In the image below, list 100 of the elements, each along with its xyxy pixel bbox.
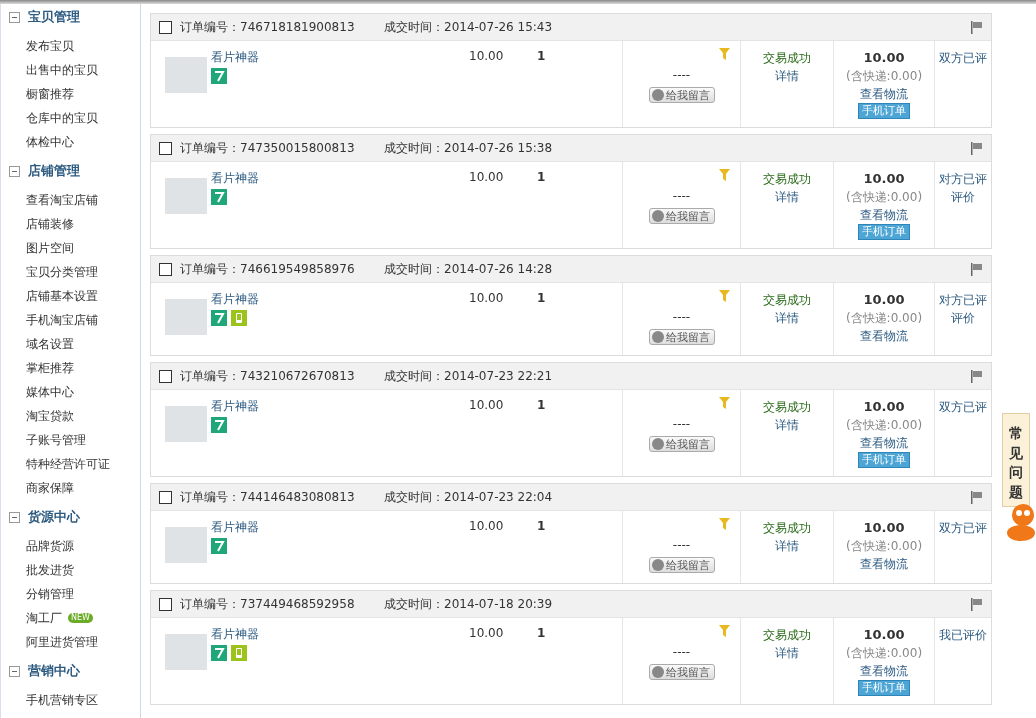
product-thumbnail[interactable] <box>165 57 207 93</box>
sidebar-item[interactable]: 分销管理 <box>26 585 74 603</box>
sidebar-item[interactable]: 手机淘宝店铺 <box>26 311 98 329</box>
sidebar-item[interactable]: 发布宝贝 <box>26 37 74 55</box>
sidebar-item[interactable]: 淘工厂 <box>26 609 62 627</box>
message-button[interactable]: 给我留言 <box>648 557 715 573</box>
checkbox[interactable] <box>159 369 172 383</box>
message-button[interactable]: 给我留言 <box>648 87 715 103</box>
sidebar-item[interactable]: 宝贝分类管理 <box>26 263 98 281</box>
sidebar-item[interactable]: 仓库中的宝贝 <box>26 109 98 127</box>
checkbox[interactable] <box>159 490 172 504</box>
product-link[interactable]: 看片神器 <box>211 291 469 308</box>
faq-tab[interactable]: 常见问题 <box>1002 413 1030 508</box>
detail-link[interactable]: 详情 <box>775 67 799 85</box>
seven-day-icon <box>211 417 227 433</box>
detail-link[interactable]: 详情 <box>775 644 799 662</box>
product-thumbnail[interactable] <box>165 406 207 442</box>
total-amount: 10.00 <box>863 519 905 537</box>
logistics-link[interactable]: 查看物流 <box>860 555 908 573</box>
review-link[interactable]: 双方已评 <box>939 519 987 537</box>
review-link[interactable]: 对方已评 <box>939 170 987 188</box>
sidebar-item[interactable]: 手机营销专区 <box>26 691 98 709</box>
sidebar-item[interactable]: 批发进货 <box>26 561 74 579</box>
flag-icon[interactable] <box>970 597 983 611</box>
checkbox[interactable] <box>159 141 172 155</box>
quantity: 1 <box>537 398 546 414</box>
product-link[interactable]: 看片神器 <box>211 626 469 643</box>
sidebar-item[interactable]: 特种经营许可证 <box>26 455 110 473</box>
flag-icon[interactable] <box>970 20 983 34</box>
shipping-fee: (含快递:0.00) <box>845 310 923 327</box>
review-link[interactable]: 我已评价 <box>939 626 987 644</box>
unit-price: 10.00 <box>469 291 505 307</box>
detail-link[interactable]: 详情 <box>775 537 799 555</box>
status-text: 交易成功 <box>763 627 811 644</box>
detail-link[interactable]: 详情 <box>775 309 799 327</box>
logistics-link[interactable]: 查看物流 <box>860 206 908 224</box>
checkbox[interactable] <box>159 262 172 276</box>
message-button[interactable]: 给我留言 <box>648 208 715 224</box>
product-link[interactable]: 看片神器 <box>211 49 469 66</box>
total-amount: 10.00 <box>863 291 905 309</box>
mobile-order-tag: 手机订单 <box>858 224 910 240</box>
logistics-link[interactable]: 查看物流 <box>860 327 908 345</box>
message-button[interactable]: 给我留言 <box>648 329 715 345</box>
product-link[interactable]: 看片神器 <box>211 398 469 415</box>
unit-price: 10.00 <box>469 170 505 186</box>
collapse-icon[interactable] <box>9 665 20 677</box>
flag-icon[interactable] <box>970 490 983 504</box>
status-text: 交易成功 <box>763 520 811 537</box>
collapse-icon[interactable] <box>9 511 20 523</box>
product-thumbnail[interactable] <box>165 634 207 670</box>
sidebar-item[interactable]: 出售中的宝贝 <box>26 61 98 79</box>
sidebar-group-title[interactable]: 宝贝管理 <box>28 8 80 26</box>
flag-icon[interactable] <box>970 141 983 155</box>
phone-icon <box>231 310 247 326</box>
flag-icon[interactable] <box>970 369 983 383</box>
review-link[interactable]: 双方已评 <box>939 398 987 416</box>
product-link[interactable]: 看片神器 <box>211 170 469 187</box>
checkbox[interactable] <box>159 20 172 34</box>
sidebar-item[interactable]: 子账号管理 <box>26 431 86 449</box>
sidebar-item[interactable]: 媒体中心 <box>26 383 74 401</box>
checkbox[interactable] <box>159 597 172 611</box>
flag-icon[interactable] <box>970 262 983 276</box>
message-button[interactable]: 给我留言 <box>648 664 715 680</box>
sidebar-group-title[interactable]: 货源中心 <box>28 508 80 526</box>
product-thumbnail[interactable] <box>165 527 207 563</box>
total-amount: 10.00 <box>863 49 905 67</box>
sidebar-item[interactable]: 查看淘宝店铺 <box>26 191 98 209</box>
shipping-fee: (含快递:0.00) <box>845 645 923 662</box>
sidebar-item[interactable]: 体检中心 <box>26 133 74 151</box>
sidebar-item[interactable]: 店铺装修 <box>26 215 74 233</box>
unit-price: 10.00 <box>469 626 505 642</box>
sidebar-item[interactable]: 图片空间 <box>26 239 74 257</box>
product-link[interactable]: 看片神器 <box>211 519 469 536</box>
collapse-icon[interactable] <box>9 165 20 177</box>
collapse-icon[interactable] <box>9 11 20 23</box>
logistics-link[interactable]: 查看物流 <box>860 85 908 103</box>
review-link[interactable]: 双方已评 <box>939 49 987 67</box>
sidebar-item[interactable]: 域名设置 <box>26 335 74 353</box>
product-thumbnail[interactable] <box>165 299 207 335</box>
message-button[interactable]: 给我留言 <box>648 436 715 452</box>
sidebar-group-title[interactable]: 店铺管理 <box>28 162 80 180</box>
sidebar-item[interactable]: 店铺基本设置 <box>26 287 98 305</box>
order-number: 订单编号：746718181900813 <box>180 18 356 36</box>
sidebar-item[interactable]: 商家保障 <box>26 479 74 497</box>
review-link[interactable]: 评价 <box>951 309 975 327</box>
logistics-link[interactable]: 查看物流 <box>860 434 908 452</box>
sidebar-item[interactable]: 品牌货源 <box>26 537 74 555</box>
detail-link[interactable]: 详情 <box>775 188 799 206</box>
logistics-link[interactable]: 查看物流 <box>860 662 908 680</box>
order-number: 订单编号：746619549858976 <box>180 260 356 278</box>
sidebar-item[interactable]: 阿里进货管理 <box>26 633 98 651</box>
review-link[interactable]: 对方已评 <box>939 291 987 309</box>
review-link[interactable]: 评价 <box>951 188 975 206</box>
shipping-fee: (含快递:0.00) <box>845 417 923 434</box>
sidebar-group-title[interactable]: 营销中心 <box>28 662 80 680</box>
sidebar-item[interactable]: 橱窗推荐 <box>26 85 74 103</box>
sidebar-item[interactable]: 淘宝贷款 <box>26 407 74 425</box>
product-thumbnail[interactable] <box>165 178 207 214</box>
sidebar-item[interactable]: 掌柜推荐 <box>26 359 74 377</box>
detail-link[interactable]: 详情 <box>775 416 799 434</box>
